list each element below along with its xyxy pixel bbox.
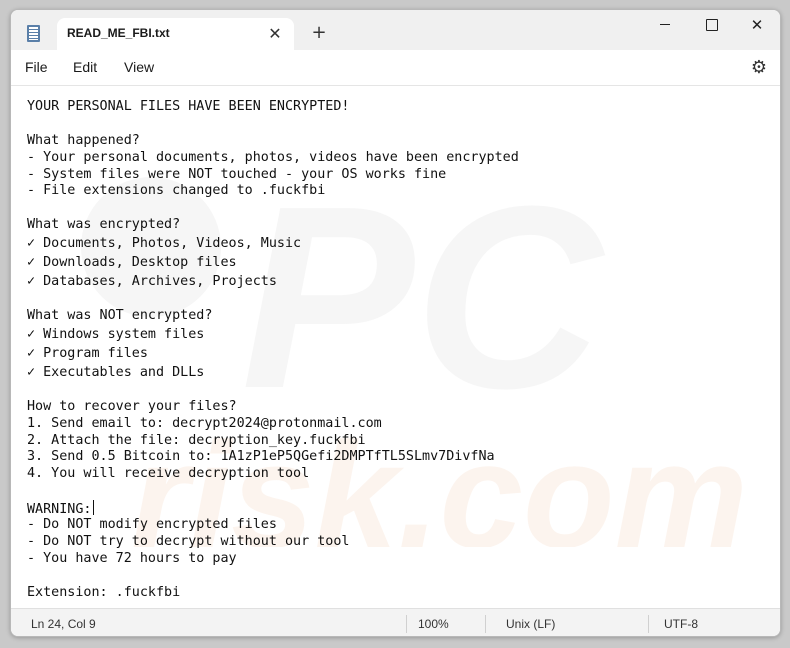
text-line: What was encrypted? [27,217,181,233]
text-line: - Do NOT modify encrypted files [27,517,277,533]
text-line: ✓ Windows system files [27,326,205,342]
text-line: 3. Send 0.5 Bitcoin to: 1A1zP1eP5QGefi2D… [27,449,495,465]
text-line: Extension: .fuckfbi [27,584,181,600]
text-line: - Your personal documents, photos, video… [27,149,519,165]
text-caret [92,500,94,516]
menu-edit[interactable]: Edit [73,59,97,75]
text-line: What happened? [27,132,140,148]
title-bar: READ_ME_FBI.txt ✕ + ✕ [11,10,780,50]
text-line: ✓ Documents, Photos, Videos, Music [27,236,302,252]
text-editor[interactable]: PC risk.com YOUR PERSONAL FILES HAVE BEE… [11,87,780,608]
menu-file[interactable]: File [25,59,48,75]
zoom-level[interactable]: 100% [418,617,449,631]
divider [648,615,649,633]
divider [485,615,486,633]
text-line: ✓ Databases, Archives, Projects [27,274,277,290]
text-line: ✓ Program files [27,345,148,361]
text-line [27,382,767,399]
tab-title: READ_ME_FBI.txt [67,26,170,40]
divider [406,615,407,633]
menu-view[interactable]: View [124,59,154,75]
text-line: 4. You will receive decryption tool [27,466,310,482]
cursor-position[interactable]: Ln 24, Col 9 [31,617,96,631]
gear-icon[interactable]: ⚙ [747,56,771,80]
tab-read-me-fbi[interactable]: READ_ME_FBI.txt ✕ [57,18,294,50]
line-ending[interactable]: Unix (LF) [506,617,555,631]
text-line: - File extensions changed to .fuckfbi [27,183,326,199]
encoding[interactable]: UTF-8 [664,617,698,631]
window-close-icon[interactable]: ✕ [734,10,780,40]
text-line [27,568,767,585]
plus-icon[interactable]: + [307,22,331,46]
text-line: YOUR PERSONAL FILES HAVE BEEN ENCRYPTED! [27,99,350,114]
menu-bar: File Edit View ⚙ [11,50,780,86]
text-line: What was NOT encrypted? [27,308,213,324]
text-line [27,200,767,217]
document-text[interactable]: YOUR PERSONAL FILES HAVE BEEN ENCRYPTED!… [27,99,767,601]
minimize-icon[interactable] [642,10,688,40]
notepad-window: READ_ME_FBI.txt ✕ + ✕ File Edit View ⚙ P… [10,9,781,637]
close-icon[interactable]: ✕ [263,22,287,46]
text-line: How to recover your files? [27,398,237,414]
text-line: - Do NOT try to decrypt without our tool [27,533,350,549]
text-line [27,116,767,133]
text-line: ✓ Executables and DLLs [27,364,205,380]
text-line: WARNING: [27,500,94,518]
text-line: - System files were NOT touched - your O… [27,166,447,182]
text-line [27,483,767,500]
text-line: - You have 72 hours to pay [27,550,237,566]
text-line: ✓ Downloads, Desktop files [27,255,237,271]
text-line: 1. Send email to: decrypt2024@protonmail… [27,415,382,431]
notepad-file-icon [27,25,40,42]
text-line [27,291,767,308]
status-bar: Ln 24, Col 9 100% Unix (LF) UTF-8 [11,608,780,636]
text-line: 2. Attach the file: decryption_key.fuckf… [27,432,366,448]
maximize-icon[interactable] [688,10,734,40]
